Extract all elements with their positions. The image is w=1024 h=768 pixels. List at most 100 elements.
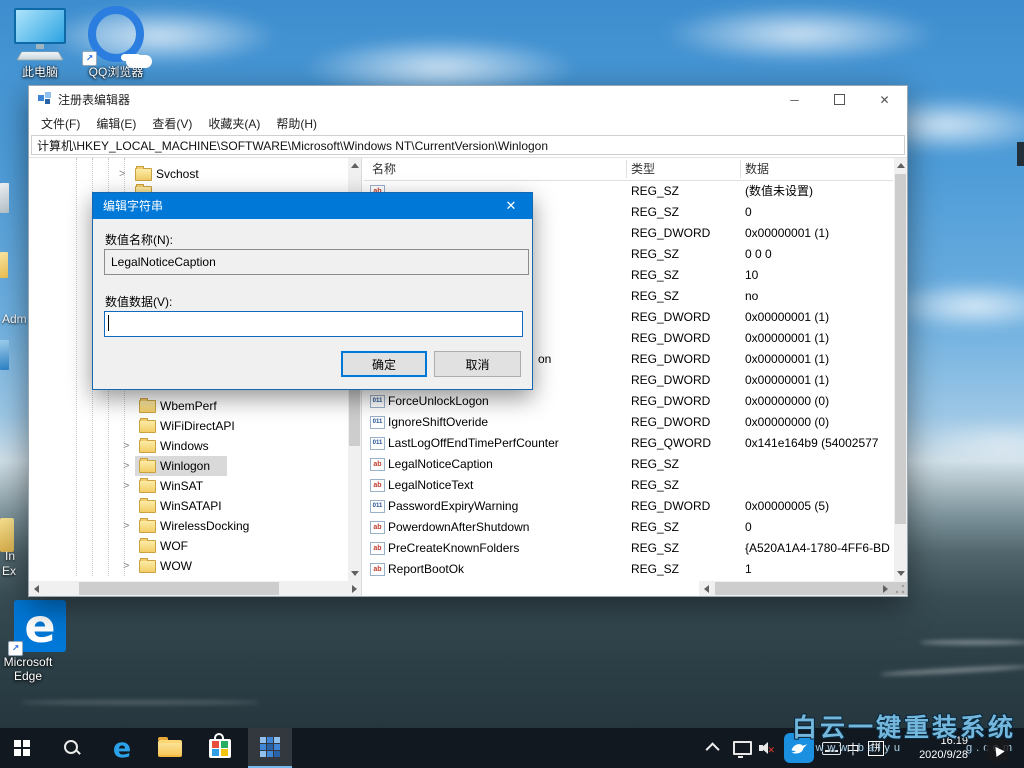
scroll-down-arrow-icon[interactable] (894, 566, 907, 581)
tree-item-winlogon[interactable]: >Winlogon (29, 456, 347, 476)
registry-value-row[interactable]: abReportBootOkREG_SZ1 (364, 559, 893, 580)
taskbar-explorer-button[interactable] (148, 728, 192, 768)
cancel-button[interactable]: 取消 (434, 351, 521, 377)
taskbar-edge-button[interactable]: e (100, 728, 144, 768)
tree-item-windows[interactable]: >Windows (29, 436, 347, 456)
tray-volume[interactable]: ✕ (754, 728, 780, 768)
shortcut-arrow-icon: ↗ (8, 641, 23, 656)
column-divider[interactable] (740, 160, 741, 178)
minimize-button[interactable]: ─ (772, 86, 817, 113)
column-divider[interactable] (626, 160, 627, 178)
tree-item-label: WOF (160, 539, 188, 553)
search-button[interactable] (50, 728, 94, 768)
tree-item-winsat[interactable]: >WinSAT (29, 476, 347, 496)
desktop-icon-ms-edge[interactable]: e ↗ Microsoft Edge (2, 600, 78, 683)
taskbar-regedit-button[interactable] (248, 728, 292, 768)
chevron-right-icon[interactable]: > (123, 556, 133, 576)
tray-touch-keyboard[interactable] (818, 728, 844, 768)
registry-value-row[interactable]: abLegalNoticeCaptionREG_SZ (364, 454, 893, 475)
taskbar-store-button[interactable] (198, 728, 242, 768)
text-caret (108, 315, 109, 331)
string-value-icon: ab (370, 479, 385, 492)
registry-value-row[interactable]: 011LastLogOffEndTimePerfCounterREG_QWORD… (364, 433, 893, 454)
column-header-data[interactable]: 数据 (745, 158, 769, 180)
tree-item-svchost[interactable]: > Svchost (29, 164, 347, 184)
tree-item-label: WiFiDirectAPI (160, 419, 235, 433)
tree-item-wifidirectapi[interactable]: WiFiDirectAPI (29, 416, 347, 436)
clock-date: 2020/9/28 (919, 748, 968, 762)
registry-value-row[interactable]: 011IgnoreShiftOverideREG_DWORD0x00000000… (364, 412, 893, 433)
value-name-field: LegalNoticeCaption (104, 249, 529, 275)
value-type: REG_DWORD (631, 349, 741, 370)
binary-value-icon: 011 (370, 500, 385, 513)
desktop-icon-label: Microsoft Edge (0, 655, 66, 683)
resize-grip[interactable] (894, 583, 906, 595)
value-name: PreCreateKnownFolders (388, 538, 626, 559)
scroll-left-arrow-icon[interactable] (699, 581, 714, 596)
scrollbar-thumb[interactable] (79, 582, 279, 595)
tray-display[interactable] (728, 728, 756, 768)
tray-bird-app[interactable] (780, 728, 818, 768)
menu-item-2[interactable]: 查看(V) (144, 115, 200, 132)
taskbar-clock[interactable]: 16:19 2020/9/28 (919, 728, 968, 768)
desktop: 此电脑 ↗ QQ浏览器 e ↗ Microsoft Edge Adm In Ex… (0, 0, 1024, 768)
menu-item-1[interactable]: 编辑(E) (88, 115, 144, 132)
column-header-name[interactable]: 名称 (372, 158, 396, 180)
hidden-desktop-icon-sliver (0, 340, 9, 370)
this-pc-icon (2, 8, 78, 62)
tree-item-wow[interactable]: >WOW (29, 556, 347, 576)
ime-pinyin-indicator[interactable]: 拼 (864, 728, 888, 768)
tree-item-label: Svchost (156, 167, 199, 181)
desktop-icon-qq-browser[interactable]: ↗ QQ浏览器 (78, 6, 154, 79)
menu-item-0[interactable]: 文件(F) (33, 115, 88, 132)
keyboard-icon (822, 742, 841, 755)
value-type: REG_SZ (631, 517, 741, 538)
dialog-close-button[interactable]: ✕ (490, 193, 532, 219)
scroll-left-arrow-icon[interactable] (29, 581, 44, 596)
list-vertical-scrollbar[interactable] (894, 158, 907, 581)
registry-value-row[interactable]: abPowerdownAfterShutdownREG_SZ0 (364, 517, 893, 538)
list-horizontal-scrollbar[interactable] (699, 581, 907, 596)
value-data-input[interactable] (104, 311, 523, 337)
maximize-button[interactable] (817, 86, 862, 113)
chevron-right-icon[interactable]: > (123, 476, 133, 496)
list-header: 名称 类型 数据 (364, 158, 893, 181)
registry-value-row[interactable]: abLegalNoticeTextREG_SZ (364, 475, 893, 496)
folder-icon (135, 168, 152, 181)
value-type: REG_DWORD (631, 307, 741, 328)
tray-chevron-up[interactable] (700, 728, 728, 768)
tree-horizontal-scrollbar[interactable] (29, 581, 362, 596)
chevron-right-icon[interactable]: > (123, 436, 133, 456)
bird-app-icon (784, 733, 814, 763)
tree-item-wirelessdocking[interactable]: >WirelessDocking (29, 516, 347, 536)
tree-item-winsatapi[interactable]: WinSATAPI (29, 496, 347, 516)
scroll-down-arrow-icon[interactable] (348, 566, 361, 581)
scroll-up-arrow-icon[interactable] (348, 158, 361, 173)
tree-item-wbemperf[interactable]: WbemPerf (29, 396, 347, 416)
ok-button[interactable]: 确定 (341, 351, 427, 377)
menu-item-3[interactable]: 收藏夹(A) (200, 115, 268, 132)
dialog-titlebar[interactable]: 编辑字符串 (93, 193, 532, 219)
address-field[interactable]: 计算机\HKEY_LOCAL_MACHINE\SOFTWARE\Microsof… (31, 135, 905, 155)
ime-mode-indicator[interactable]: 中 (842, 728, 864, 768)
close-button[interactable]: ✕ (862, 86, 907, 113)
menu-item-4[interactable]: 帮助(H) (268, 115, 325, 132)
clock-time: 16:19 (940, 734, 968, 748)
registry-value-row[interactable]: abPreCreateKnownFoldersREG_SZ{A520A1A4-1… (364, 538, 893, 559)
chevron-right-icon[interactable]: > (123, 516, 133, 536)
tree-item-wof[interactable]: WOF (29, 536, 347, 556)
scroll-up-arrow-icon[interactable] (894, 158, 907, 173)
registry-value-row[interactable]: 011ForceUnlockLogonREG_DWORD0x00000000 (… (364, 391, 893, 412)
scroll-right-arrow-icon[interactable] (878, 581, 893, 596)
column-header-type[interactable]: 类型 (631, 158, 655, 180)
start-button[interactable] (0, 728, 44, 768)
chevron-right-icon[interactable]: > (119, 164, 129, 184)
value-data: 0x00000001 (1) (745, 370, 893, 391)
window-titlebar[interactable]: 注册表编辑器 ─ ✕ (29, 86, 907, 113)
registry-value-row[interactable]: 011PasswordExpiryWarningREG_DWORD0x00000… (364, 496, 893, 517)
chevron-right-icon[interactable]: > (123, 456, 133, 476)
sea-foam (920, 640, 1024, 645)
desktop-icon-this-pc[interactable]: 此电脑 (2, 8, 78, 79)
scrollbar-thumb[interactable] (895, 174, 906, 524)
scroll-right-arrow-icon[interactable] (347, 581, 362, 596)
